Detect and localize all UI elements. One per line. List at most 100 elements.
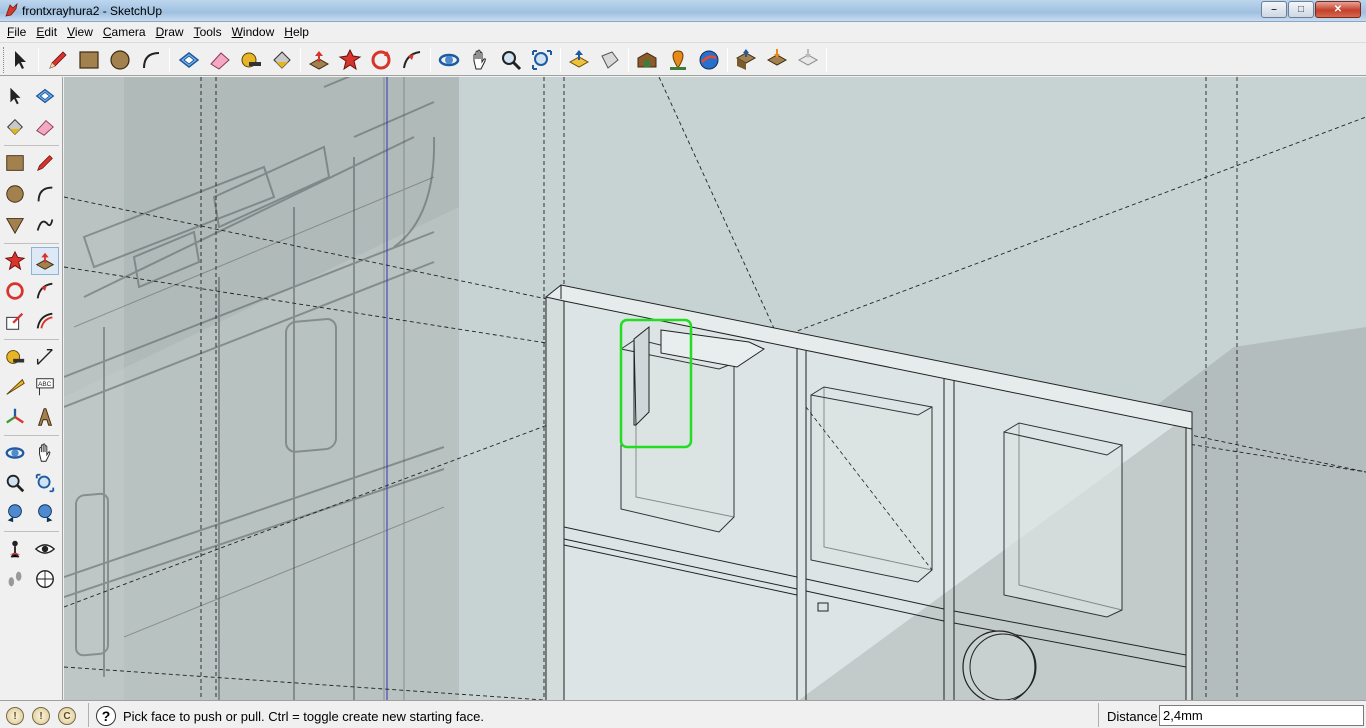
share-model-icon[interactable] — [763, 46, 791, 74]
toolbar-divider — [300, 48, 301, 72]
rectangle-icon[interactable] — [1, 149, 29, 177]
menu-tools[interactable]: Tools — [189, 22, 227, 42]
menu-camera-label: amera — [111, 25, 146, 39]
main-toolbar — [0, 42, 1366, 76]
toolbar-divider — [826, 48, 827, 72]
text-icon[interactable]: ABC — [31, 373, 59, 401]
menu-bar: File Edit View Camera Draw Tools Window … — [0, 22, 1366, 42]
add-location-icon[interactable] — [664, 46, 692, 74]
svg-text:ABC: ABC — [38, 381, 52, 388]
protractor-icon[interactable] — [1, 373, 29, 401]
geo-location-icon[interactable]: ! — [6, 707, 24, 725]
walk-icon[interactable] — [1, 565, 29, 593]
orbit-icon[interactable] — [435, 46, 463, 74]
scale-icon[interactable] — [1, 307, 29, 335]
status-divider — [1098, 703, 1099, 727]
credits-icon[interactable]: ! — [32, 707, 50, 725]
menu-file-label: ile — [14, 25, 27, 39]
export-icon[interactable] — [596, 46, 624, 74]
status-divider — [88, 703, 89, 727]
move-icon[interactable] — [336, 46, 364, 74]
tape-measure-icon[interactable] — [237, 46, 265, 74]
tape-measure-icon[interactable] — [1, 343, 29, 371]
3d-warehouse-icon[interactable] — [633, 46, 661, 74]
toolbar-divider — [727, 48, 728, 72]
rotate-icon[interactable] — [1, 277, 29, 305]
select-icon[interactable] — [1, 82, 29, 110]
get-models-icon[interactable] — [732, 46, 760, 74]
section-plane-icon[interactable] — [31, 565, 59, 593]
zoom-window-icon[interactable] — [31, 469, 59, 497]
line-icon[interactable] — [31, 149, 59, 177]
polygon-icon[interactable] — [1, 211, 29, 239]
paint-bucket-icon[interactable] — [1, 113, 29, 141]
dimension-icon[interactable] — [31, 343, 59, 371]
look-around-icon[interactable] — [31, 535, 59, 563]
palette-divider — [4, 145, 59, 146]
palette-divider — [4, 531, 59, 532]
pan-icon[interactable] — [466, 46, 494, 74]
menu-tools-label: ools — [199, 25, 222, 39]
import-icon[interactable] — [565, 46, 593, 74]
minimize-button[interactable]: – — [1261, 1, 1287, 18]
menu-draw[interactable]: Draw — [151, 22, 189, 42]
orbit-icon[interactable] — [1, 439, 29, 467]
maximize-button[interactable]: □ — [1288, 1, 1314, 18]
paint-bucket-icon[interactable] — [268, 46, 296, 74]
move-icon[interactable] — [1, 247, 29, 275]
eraser-icon[interactable] — [206, 46, 234, 74]
circle-icon[interactable] — [106, 46, 134, 74]
arc-icon[interactable] — [31, 180, 59, 208]
menu-help[interactable]: Help — [279, 22, 314, 42]
menu-window-label: indow — [242, 25, 275, 39]
next-view-icon[interactable] — [31, 499, 59, 527]
palette-divider — [4, 243, 59, 244]
arc-icon[interactable] — [137, 46, 165, 74]
menu-window[interactable]: Window — [227, 22, 280, 42]
sign-in-icon[interactable]: C — [58, 707, 76, 725]
menu-camera[interactable]: Camera — [98, 22, 151, 42]
menu-window-mnemonic: W — [231, 25, 243, 39]
position-camera-icon[interactable] — [1, 535, 29, 563]
make-component-icon[interactable] — [31, 82, 59, 110]
model-canvas[interactable] — [64, 77, 1366, 700]
rotate-icon[interactable] — [367, 46, 395, 74]
zoom-icon[interactable] — [1, 469, 29, 497]
push-pull-icon[interactable] — [31, 247, 59, 275]
push-pull-icon[interactable] — [305, 46, 333, 74]
measurements-label: Distance — [1107, 709, 1158, 724]
toolbar-divider — [628, 48, 629, 72]
make-component-icon[interactable] — [175, 46, 203, 74]
share-component-icon[interactable] — [794, 46, 822, 74]
circle-icon[interactable] — [1, 180, 29, 208]
tool-palette: ABC — [0, 77, 63, 700]
offset-icon[interactable] — [31, 307, 59, 335]
close-button[interactable]: ✕ — [1315, 1, 1361, 18]
menu-edit[interactable]: Edit — [31, 22, 62, 42]
eraser-icon[interactable] — [31, 113, 59, 141]
status-bar: ! ! C ? Pick face to push or pull. Ctrl … — [0, 700, 1366, 728]
model-viewport[interactable] — [64, 77, 1366, 700]
follow-me-icon[interactable] — [398, 46, 426, 74]
previous-view-icon[interactable] — [1, 499, 29, 527]
menu-file[interactable]: File — [2, 22, 31, 42]
pan-icon[interactable] — [31, 439, 59, 467]
pencil-icon[interactable] — [44, 46, 72, 74]
reference-image-plane — [64, 77, 459, 700]
3d-text-icon[interactable] — [31, 403, 59, 431]
zoom-icon[interactable] — [497, 46, 525, 74]
select-icon[interactable] — [6, 46, 34, 74]
palette-divider — [4, 339, 59, 340]
measurements-input[interactable] — [1159, 705, 1364, 726]
sketchup-app-icon — [5, 3, 18, 17]
zoom-extents-icon[interactable] — [528, 46, 556, 74]
menu-view[interactable]: View — [62, 22, 98, 42]
instructor-help-icon[interactable]: ? — [96, 706, 116, 726]
rectangle-icon[interactable] — [75, 46, 103, 74]
menu-view-mnemonic: V — [67, 25, 75, 39]
freehand-icon[interactable] — [31, 211, 59, 239]
google-earth-icon[interactable] — [695, 46, 723, 74]
toolbar-divider — [169, 48, 170, 72]
axes-icon[interactable] — [1, 403, 29, 431]
follow-me-icon[interactable] — [31, 277, 59, 305]
